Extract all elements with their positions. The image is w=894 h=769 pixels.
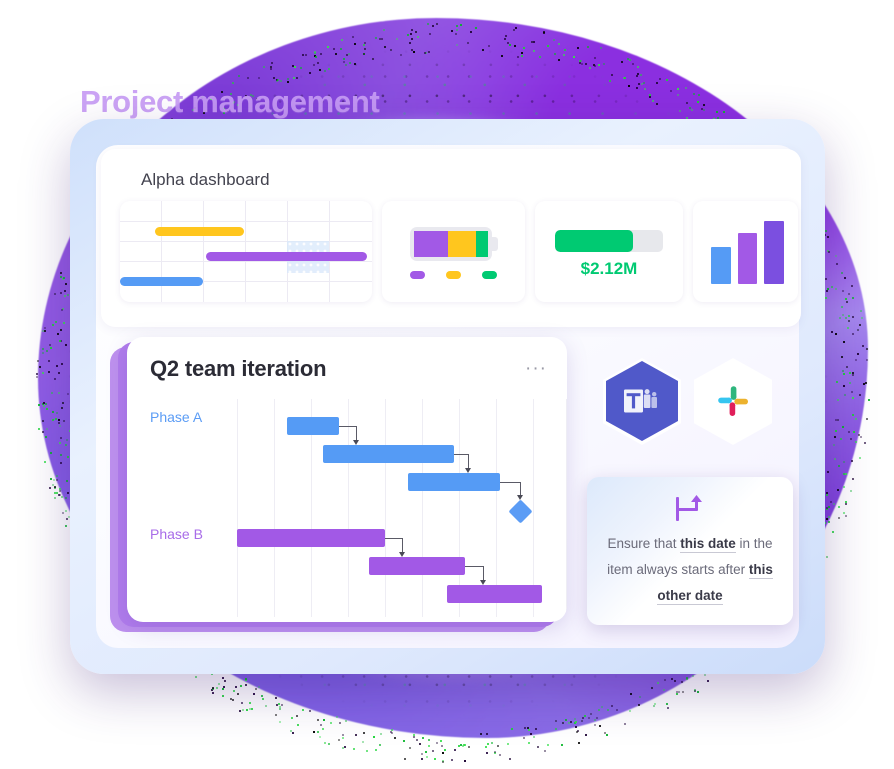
gantt-title: Q2 team iteration [150, 356, 326, 382]
screenshot-stage: Project management Alpha dashboard $2.12… [0, 0, 894, 769]
legend-dot-purple [410, 271, 425, 279]
gantt-bar-b3[interactable] [447, 585, 542, 603]
widget-bar-chart[interactable] [693, 201, 798, 302]
widget-battery[interactable] [382, 201, 525, 302]
gantt-bar-b1[interactable] [237, 529, 385, 547]
dashboard-widgets: $2.12M [120, 201, 798, 302]
progress-track [555, 230, 663, 252]
gantt-milestone[interactable] [508, 499, 532, 523]
tooltip-line3-prefix: after [718, 562, 749, 577]
bar-2 [738, 233, 758, 284]
widget-mini-timeline[interactable] [120, 201, 372, 302]
mini-bar-purple[interactable] [206, 252, 367, 261]
battery-segment-purple [414, 231, 448, 257]
bar-1 [711, 247, 731, 284]
widget-revenue-progress[interactable]: $2.12M [535, 201, 683, 302]
progress-value: $2.12M [535, 259, 683, 279]
progress-fill [555, 230, 633, 252]
page-title: Project management [80, 84, 380, 120]
dependency-tooltip-card: Ensure that this date in the item always… [587, 477, 793, 625]
bar-chart-plot [711, 220, 784, 284]
legend-dot-green [482, 271, 497, 279]
bar-3 [764, 221, 784, 284]
dashboard-title: Alpha dashboard [141, 170, 781, 190]
battery-segment-yellow [448, 231, 476, 257]
gantt-menu-button[interactable]: ··· [525, 364, 547, 374]
legend-dot-yellow [446, 271, 461, 279]
phase-label-a: Phase A [150, 409, 202, 425]
slack-icon [715, 383, 751, 419]
tooltip-text: Ensure that this date in the item always… [603, 531, 777, 609]
phase-label-b: Phase B [150, 526, 203, 542]
battery-segment-green [476, 231, 488, 257]
tooltip-line1-suffix: in [736, 536, 750, 551]
tooltip-line1-prefix: Ensure that [607, 536, 680, 551]
gantt-bar-a3[interactable] [408, 473, 500, 491]
battery-body [410, 227, 492, 261]
gantt-card: Q2 team iteration ··· Phase A Phase B [127, 337, 567, 622]
gantt-plot [237, 399, 567, 617]
mini-bar-blue[interactable] [120, 277, 203, 286]
teams-icon [622, 386, 662, 416]
gantt-header: Q2 team iteration ··· [150, 356, 547, 382]
battery-legend [410, 271, 497, 279]
gantt-bar-b2[interactable] [369, 557, 465, 575]
gantt-bar-a2[interactable] [323, 445, 454, 463]
battery-tip [492, 237, 498, 251]
dependency-icon [673, 495, 707, 523]
tooltip-line1-bold: this date [680, 536, 736, 553]
mini-bar-yellow[interactable] [155, 227, 244, 236]
gantt-bar-a1[interactable] [287, 417, 339, 435]
